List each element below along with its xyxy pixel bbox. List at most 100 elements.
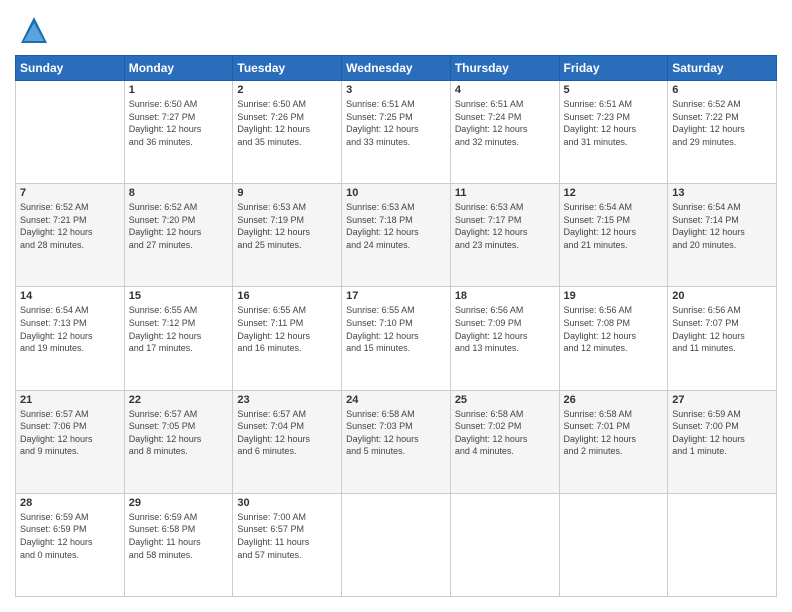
day-number: 21 <box>20 394 120 406</box>
calendar-cell: 8 Sunrise: 6:52 AM Sunset: 7:20 PM Daylig… <box>124 184 233 287</box>
day-number: 25 <box>455 394 555 406</box>
day-number: 5 <box>564 84 664 96</box>
day-number: 10 <box>346 187 446 199</box>
day-info: Sunrise: 6:54 AM Sunset: 7:15 PM Dayligh… <box>564 201 664 251</box>
header <box>15 15 777 45</box>
calendar-cell: 9Sunrise: 6:53 AM Sunset: 7:19 PM Daylig… <box>233 184 342 287</box>
calendar-header-friday: Friday <box>559 56 668 81</box>
day-number: 8 <box>129 187 229 199</box>
day-info: Sunrise: 6:59 AM Sunset: 6:59 PM Dayligh… <box>20 511 120 561</box>
calendar-cell: 24 Sunrise: 6:58 AM Sunset: 7:03 PM Dayli… <box>342 390 451 493</box>
calendar-cell: 23 Sunrise: 6:57 AM Sunset: 7:04 PM Dayli… <box>233 390 342 493</box>
calendar-cell <box>559 493 668 596</box>
calendar-header-thursday: Thursday <box>450 56 559 81</box>
day-number: 18 <box>455 290 555 302</box>
day-number: 11 <box>455 187 555 199</box>
day-number: 14 <box>20 290 120 302</box>
calendar-cell: 28 Sunrise: 6:59 AM Sunset: 6:59 PM Dayli… <box>16 493 125 596</box>
calendar-header-row: SundayMondayTuesdayWednesdayThursdayFrid… <box>16 56 777 81</box>
day-number: 19 <box>564 290 664 302</box>
day-info: Sunrise: 6:56 AM Sunset: 7:08 PM Dayligh… <box>564 304 664 354</box>
calendar-cell: 25 Sunrise: 6:58 AM Sunset: 7:02 PM Dayli… <box>450 390 559 493</box>
day-info: Sunrise: 6:57 AM Sunset: 7:06 PM Dayligh… <box>20 408 120 458</box>
day-number: 30 <box>237 497 337 509</box>
calendar-week-1: 1 Sunrise: 6:50 AM Sunset: 7:27 PM Daylig… <box>16 81 777 184</box>
day-number: 27 <box>672 394 772 406</box>
day-info: Sunrise: 6:55 AM Sunset: 7:11 PM Dayligh… <box>237 304 337 354</box>
calendar-cell: 6 Sunrise: 6:52 AM Sunset: 7:22 PM Daylig… <box>668 81 777 184</box>
day-info: Sunrise: 6:59 AM Sunset: 7:00 PM Dayligh… <box>672 408 772 458</box>
calendar-cell: 15 Sunrise: 6:55 AM Sunset: 7:12 PM Dayli… <box>124 287 233 390</box>
day-info: Sunrise: 6:58 AM Sunset: 7:02 PM Dayligh… <box>455 408 555 458</box>
calendar-cell: 5 Sunrise: 6:51 AM Sunset: 7:23 PM Daylig… <box>559 81 668 184</box>
calendar-cell <box>16 81 125 184</box>
day-info: Sunrise: 6:52 AM Sunset: 7:20 PM Dayligh… <box>129 201 229 251</box>
calendar-cell: 17Sunrise: 6:55 AM Sunset: 7:10 PM Dayli… <box>342 287 451 390</box>
calendar-cell: 21 Sunrise: 6:57 AM Sunset: 7:06 PM Dayli… <box>16 390 125 493</box>
calendar-cell: 26 Sunrise: 6:58 AM Sunset: 7:01 PM Dayli… <box>559 390 668 493</box>
day-number: 24 <box>346 394 446 406</box>
calendar-cell: 12 Sunrise: 6:54 AM Sunset: 7:15 PM Dayli… <box>559 184 668 287</box>
day-info: Sunrise: 6:54 AM Sunset: 7:14 PM Dayligh… <box>672 201 772 251</box>
day-number: 7 <box>20 187 120 199</box>
calendar-table: SundayMondayTuesdayWednesdayThursdayFrid… <box>15 55 777 597</box>
calendar-cell: 29Sunrise: 6:59 AM Sunset: 6:58 PM Dayli… <box>124 493 233 596</box>
calendar-week-4: 21 Sunrise: 6:57 AM Sunset: 7:06 PM Dayli… <box>16 390 777 493</box>
calendar-week-3: 14 Sunrise: 6:54 AM Sunset: 7:13 PM Dayli… <box>16 287 777 390</box>
calendar-header-monday: Monday <box>124 56 233 81</box>
day-number: 28 <box>20 497 120 509</box>
day-info: Sunrise: 6:53 AM Sunset: 7:18 PM Dayligh… <box>346 201 446 251</box>
calendar-header-sunday: Sunday <box>16 56 125 81</box>
day-info: Sunrise: 6:50 AM Sunset: 7:27 PM Dayligh… <box>129 98 229 148</box>
calendar-cell <box>342 493 451 596</box>
day-number: 29 <box>129 497 229 509</box>
calendar-cell: 3Sunrise: 6:51 AM Sunset: 7:25 PM Daylig… <box>342 81 451 184</box>
calendar-week-5: 28 Sunrise: 6:59 AM Sunset: 6:59 PM Dayli… <box>16 493 777 596</box>
day-number: 4 <box>455 84 555 96</box>
day-number: 1 <box>129 84 229 96</box>
day-number: 15 <box>129 290 229 302</box>
day-info: Sunrise: 6:56 AM Sunset: 7:07 PM Dayligh… <box>672 304 772 354</box>
day-number: 2 <box>237 84 337 96</box>
calendar-cell: 13 Sunrise: 6:54 AM Sunset: 7:14 PM Dayli… <box>668 184 777 287</box>
calendar-cell: 20 Sunrise: 6:56 AM Sunset: 7:07 PM Dayli… <box>668 287 777 390</box>
day-info: Sunrise: 6:55 AM Sunset: 7:10 PM Dayligh… <box>346 304 446 354</box>
calendar-cell <box>450 493 559 596</box>
calendar-cell: 2 Sunrise: 6:50 AM Sunset: 7:26 PM Daylig… <box>233 81 342 184</box>
day-number: 26 <box>564 394 664 406</box>
day-info: Sunrise: 6:50 AM Sunset: 7:26 PM Dayligh… <box>237 98 337 148</box>
calendar-cell: 27 Sunrise: 6:59 AM Sunset: 7:00 PM Dayli… <box>668 390 777 493</box>
day-number: 22 <box>129 394 229 406</box>
day-info: Sunrise: 6:51 AM Sunset: 7:23 PM Dayligh… <box>564 98 664 148</box>
day-number: 6 <box>672 84 772 96</box>
day-info: Sunrise: 6:52 AM Sunset: 7:22 PM Dayligh… <box>672 98 772 148</box>
day-info: Sunrise: 6:58 AM Sunset: 7:01 PM Dayligh… <box>564 408 664 458</box>
calendar-cell: 7Sunrise: 6:52 AM Sunset: 7:21 PM Daylig… <box>16 184 125 287</box>
day-info: Sunrise: 6:58 AM Sunset: 7:03 PM Dayligh… <box>346 408 446 458</box>
day-number: 16 <box>237 290 337 302</box>
calendar-cell: 18Sunrise: 6:56 AM Sunset: 7:09 PM Dayli… <box>450 287 559 390</box>
day-number: 12 <box>564 187 664 199</box>
day-number: 23 <box>237 394 337 406</box>
page: SundayMondayTuesdayWednesdayThursdayFrid… <box>0 0 792 612</box>
calendar-cell: 1 Sunrise: 6:50 AM Sunset: 7:27 PM Daylig… <box>124 81 233 184</box>
calendar-header-tuesday: Tuesday <box>233 56 342 81</box>
calendar-cell: 10 Sunrise: 6:53 AM Sunset: 7:18 PM Dayli… <box>342 184 451 287</box>
day-number: 13 <box>672 187 772 199</box>
day-number: 20 <box>672 290 772 302</box>
calendar-cell <box>668 493 777 596</box>
calendar-header-saturday: Saturday <box>668 56 777 81</box>
calendar-cell: 16 Sunrise: 6:55 AM Sunset: 7:11 PM Dayli… <box>233 287 342 390</box>
calendar-cell: 4 Sunrise: 6:51 AM Sunset: 7:24 PM Daylig… <box>450 81 559 184</box>
calendar-cell: 14 Sunrise: 6:54 AM Sunset: 7:13 PM Dayli… <box>16 287 125 390</box>
day-info: Sunrise: 6:54 AM Sunset: 7:13 PM Dayligh… <box>20 304 120 354</box>
day-info: Sunrise: 6:53 AM Sunset: 7:17 PM Dayligh… <box>455 201 555 251</box>
calendar-cell: 22Sunrise: 6:57 AM Sunset: 7:05 PM Dayli… <box>124 390 233 493</box>
day-info: Sunrise: 6:55 AM Sunset: 7:12 PM Dayligh… <box>129 304 229 354</box>
logo-icon <box>19 15 49 45</box>
calendar-header-wednesday: Wednesday <box>342 56 451 81</box>
day-info: Sunrise: 6:51 AM Sunset: 7:24 PM Dayligh… <box>455 98 555 148</box>
day-number: 3 <box>346 84 446 96</box>
day-info: Sunrise: 6:57 AM Sunset: 7:04 PM Dayligh… <box>237 408 337 458</box>
day-info: Sunrise: 7:00 AM Sunset: 6:57 PM Dayligh… <box>237 511 337 561</box>
